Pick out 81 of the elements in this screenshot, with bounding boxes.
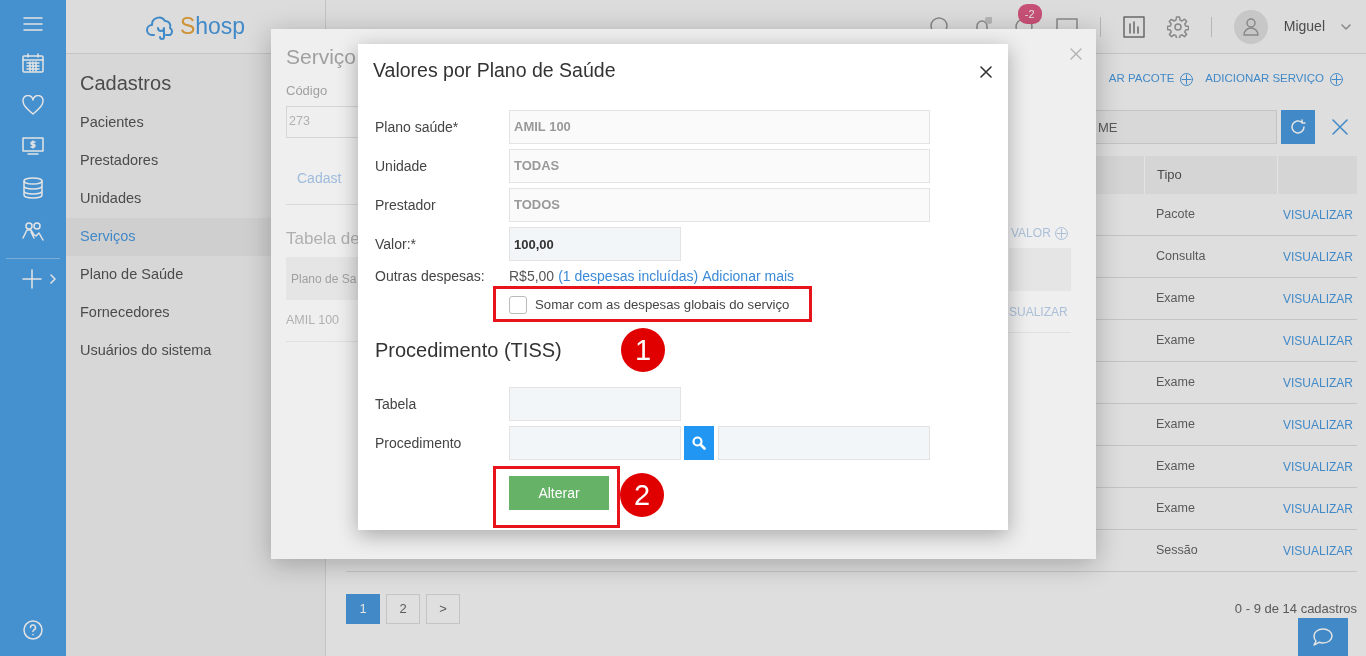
- value-field[interactable]: 100,00: [509, 227, 681, 261]
- table-cell-text: Exame: [1155, 458, 1196, 476]
- view-link[interactable]: SUALIZAR: [1009, 291, 1071, 333]
- field-label: Prestador: [375, 195, 437, 215]
- chevron-right-icon[interactable]: [50, 274, 56, 284]
- add-link[interactable]: ADICIONAR SERVIÇO: [1205, 70, 1343, 88]
- field-label: Tabela: [375, 394, 418, 414]
- checkbox[interactable]: [509, 296, 527, 314]
- expenses-link[interactable]: (1 despesas incluídas): [558, 265, 699, 287]
- table-cell-text: Exame: [1155, 374, 1196, 392]
- description-field[interactable]: [718, 426, 930, 460]
- view-link[interactable]: VISUALIZAR: [1277, 541, 1357, 560]
- table-cell-text: Consulta: [1155, 248, 1207, 266]
- tab[interactable]: Cadast: [297, 167, 358, 189]
- column-header: Plano de Sa: [290, 270, 357, 288]
- help-icon[interactable]: [23, 620, 43, 640]
- view-link[interactable]: VISUALIZAR: [1277, 499, 1357, 518]
- refresh-button[interactable]: [1281, 110, 1315, 144]
- logo-text: Shosp: [179, 12, 246, 42]
- settings-icon[interactable]: [1166, 15, 1189, 38]
- page-button[interactable]: >: [426, 594, 460, 624]
- menu-icon[interactable]: [23, 17, 43, 31]
- table-cell-text: Exame: [1155, 290, 1196, 308]
- add-link[interactable]: VALOR: [1009, 224, 1096, 242]
- plus-circle-icon: [1180, 72, 1194, 86]
- table-cell-text: Exame: [1155, 332, 1196, 350]
- view-link[interactable]: VISUALIZAR: [1277, 205, 1357, 224]
- view-link[interactable]: VISUALIZAR: [1277, 331, 1357, 350]
- avatar-icon[interactable]: [1233, 9, 1268, 44]
- people-icon[interactable]: [22, 221, 44, 241]
- checkbox-label: Somar com as despesas globais do serviço: [535, 296, 790, 315]
- submit-button[interactable]: Alterar: [509, 476, 609, 510]
- close-icon: [1332, 119, 1348, 135]
- plus-icon[interactable]: [22, 269, 42, 289]
- modal-title: Serviço: [286, 44, 358, 70]
- column-header: Tipo: [1157, 166, 1182, 185]
- field-label: Código: [286, 82, 329, 100]
- calendar-icon[interactable]: [22, 53, 44, 73]
- panel-title: Cadastros: [80, 71, 172, 96]
- money-screen-icon[interactable]: [22, 137, 44, 155]
- view-link[interactable]: VISUALIZAR: [1277, 247, 1357, 266]
- add-more-link[interactable]: Adicionar mais: [702, 265, 795, 287]
- heart-icon[interactable]: [22, 95, 44, 115]
- search-icon: [692, 436, 706, 450]
- field-label: Outras despesas:: [375, 266, 486, 286]
- table-cell-text: Sessão: [1155, 542, 1199, 560]
- view-link[interactable]: VISUALIZAR: [1277, 415, 1357, 434]
- search-button[interactable]: [684, 426, 714, 460]
- speech-bubble-icon: [1312, 627, 1334, 647]
- refresh-icon: [1290, 119, 1306, 135]
- record-count: 0 - 9 de 14 cadastros: [1234, 600, 1357, 619]
- field-label: Unidade: [375, 156, 429, 176]
- page-button[interactable]: 2: [386, 594, 420, 624]
- step-marker: 2: [620, 473, 664, 517]
- table-cell-text: Pacote: [1155, 206, 1196, 224]
- step-marker: 1: [621, 328, 665, 372]
- field-label: Plano saúde*: [375, 117, 460, 137]
- plus-circle-icon: [1054, 226, 1068, 240]
- add-link[interactable]: AR PACOTE: [1108, 70, 1194, 88]
- caret-down-icon[interactable]: [1341, 23, 1351, 30]
- page-button[interactable]: 1: [346, 594, 380, 624]
- user-name[interactable]: Miguel: [1283, 16, 1325, 37]
- view-link[interactable]: VISUALIZAR: [1277, 373, 1357, 392]
- plus-circle-icon: [1330, 72, 1343, 86]
- field-label: Procedimento: [375, 433, 463, 453]
- view-link[interactable]: VISUALIZAR: [1277, 457, 1357, 476]
- close-icon: [980, 65, 992, 78]
- chat-button[interactable]: [1298, 618, 1348, 656]
- amount-text: R$5,00: [509, 266, 555, 286]
- code-field[interactable]: [509, 426, 681, 460]
- table-cell-text: Exame: [1155, 416, 1196, 434]
- notification-badge: -2: [1017, 3, 1042, 25]
- dialog-title: Valores por Plano de Saúde: [373, 58, 616, 84]
- view-link[interactable]: VISUALIZAR: [1277, 289, 1357, 308]
- table-cell-text: AMIL 100: [286, 312, 340, 330]
- close-icon: [1070, 48, 1082, 61]
- bar-chart-icon[interactable]: [1122, 15, 1145, 38]
- section-title: Procedimento (TISS): [375, 338, 562, 363]
- table-cell-text: Exame: [1155, 500, 1196, 518]
- field-label: Valor:*: [375, 234, 417, 254]
- database-icon[interactable]: [23, 177, 43, 199]
